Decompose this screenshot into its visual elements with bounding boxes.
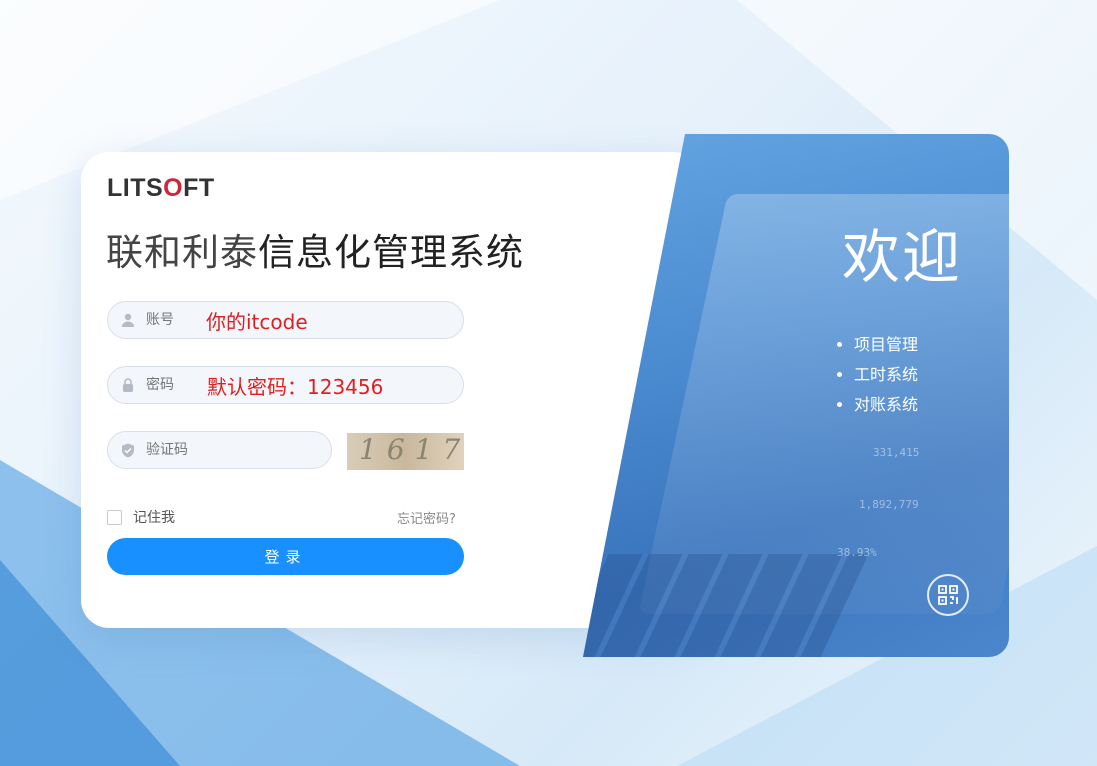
remember-me[interactable]: 记住我 bbox=[107, 507, 175, 527]
user-icon bbox=[120, 312, 136, 328]
remember-label: 记住我 bbox=[133, 510, 175, 526]
login-button[interactable]: 登录 bbox=[107, 538, 464, 575]
shield-icon bbox=[120, 442, 136, 458]
captcha-input[interactable] bbox=[144, 441, 268, 459]
feature-list: 项目管理 工时系统 对账系统 bbox=[836, 330, 918, 420]
feature-item: 项目管理 bbox=[854, 330, 918, 360]
deco-number: 1,892,779 bbox=[859, 498, 919, 511]
lock-icon bbox=[120, 377, 136, 393]
qr-code-icon bbox=[938, 585, 958, 605]
title-system: 信息化管理系统 bbox=[258, 231, 524, 274]
welcome-heading: 欢迎 bbox=[841, 223, 962, 291]
title-company: 联和利泰 bbox=[106, 231, 258, 274]
qr-login-button[interactable] bbox=[927, 574, 969, 616]
litsoft-logo: LITSOFT bbox=[107, 174, 215, 202]
captcha-image[interactable]: 1617 bbox=[347, 433, 464, 470]
account-hint: 你的itcode bbox=[206, 310, 308, 334]
deco-number: 38.93% bbox=[837, 546, 877, 559]
account-input[interactable] bbox=[144, 311, 208, 329]
password-hint: 默认密码：123456 bbox=[207, 375, 384, 399]
remember-checkbox[interactable] bbox=[107, 509, 122, 525]
captcha-field[interactable] bbox=[107, 431, 332, 469]
captcha-text: 1617 bbox=[359, 433, 464, 466]
page-title: 联和利泰信息化管理系统 bbox=[106, 222, 524, 276]
feature-item: 工时系统 bbox=[854, 360, 918, 390]
deco-number: 331,415 bbox=[873, 446, 920, 459]
forgot-password-link[interactable]: 忘记密码? bbox=[397, 508, 456, 527]
feature-item: 对账系统 bbox=[854, 390, 918, 420]
password-input[interactable] bbox=[144, 376, 208, 394]
